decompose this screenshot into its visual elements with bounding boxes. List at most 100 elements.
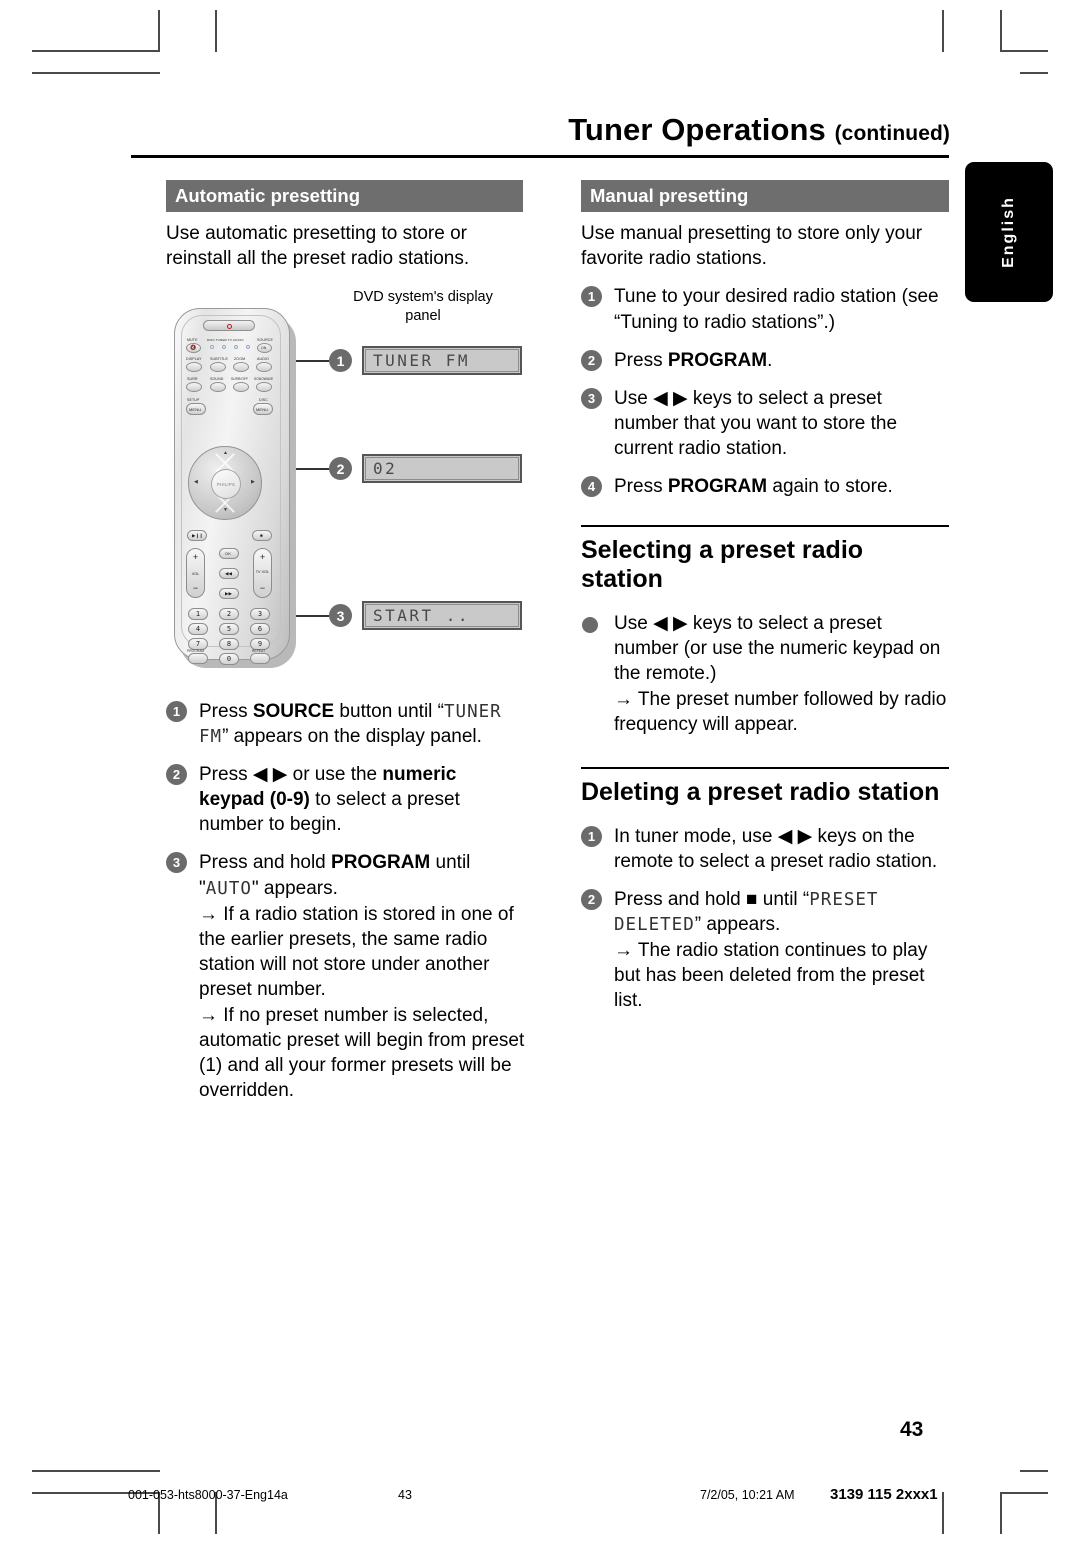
label-disc: DISC [259,398,268,402]
crop-mark-bl-h2 [32,1470,160,1472]
philips-logo: PHILIPS [216,481,236,487]
step-number: 1 [581,286,602,308]
key-6: 6 [250,623,270,635]
step-item: 2 Press ◀ ▶ or use the numeric keypad (0… [166,762,526,837]
crop-mark-tl-v [158,10,160,52]
footer-page: 43 [398,1488,412,1502]
footer-timestamp: 7/2/05, 10:21 AM [700,1488,795,1502]
section-header-automatic-presetting: Automatic presetting [166,180,523,213]
led-aux [246,345,250,349]
label-setup-menu: MENU [189,406,202,412]
tv-volume-down-icon: − [259,583,266,593]
step-number: 2 [581,889,602,911]
power-icon [227,323,232,329]
step-number: 2 [581,349,602,371]
lcd-display-1: TUNER FM [362,346,522,375]
subtitle-button [210,362,226,372]
print-footer: 001-053-hts8000-37-Eng14a 43 7/2/05, 10:… [0,1486,1080,1508]
step-number: 1 [166,701,187,722]
label-zoom: ZOOM [234,357,246,361]
zoom-button [233,362,249,372]
remote-illustration: DVD system's display panel 1 2 3 TUNER F… [166,280,526,680]
subsection-rule [581,767,949,770]
volume-up-icon: + [192,552,199,562]
nav-up-icon: ▲ [223,450,228,456]
step-text: Press and hold PROGRAM until "AUTO" appe… [199,852,525,1102]
surround-off-button [233,382,249,392]
key-0: 0 [219,653,239,665]
language-tab-label: English [1000,196,1017,268]
left-column: Automatic presetting Use automatic prese… [166,180,523,271]
label-display: DISPLAY [186,357,202,361]
label-audio: AUDIO [257,357,269,361]
nav-left-icon: ◀ [194,479,198,485]
label-source-indicators: DISC TUNER TV AUX/DI [207,338,244,342]
dvd-display-caption: DVD system's display panel [353,289,493,324]
step-text: Press ◀ ▶ or use the numeric keypad (0-9… [199,764,460,836]
step-number: 4 [581,475,602,497]
crop-mark-tr-v [1000,10,1002,52]
language-tab: English [965,162,1053,302]
right-column: Manual presetting Use manual presetting … [581,180,949,1013]
lcd-display-2-text: 02 [365,457,519,480]
step-text: Press and hold ■ until “PRESET DELETED” … [614,889,928,1012]
sonowave-button [256,382,272,392]
step-item: 1 In tuner mode, use ◀ ▶ keys on the rem… [581,824,949,874]
key-5: 5 [219,623,239,635]
audio-button [256,362,272,372]
section-header-manual-presetting: Manual presetting [581,180,949,213]
rewind-icon: ◀◀ [225,570,232,576]
label-setup: SETUP [187,398,200,402]
bullet-marker [582,616,598,633]
key-4: 4 [188,623,208,635]
step-number: 3 [581,387,602,409]
display-button [186,362,202,372]
list-item-text: Use ◀ ▶ keys to select a preset number (… [614,612,947,736]
manual-presetting-intro: Use manual presetting to store only your… [581,223,923,270]
label-sound: SOUND [210,377,224,381]
repeat-button [250,653,270,664]
step-item: 2 Press and hold ■ until “PRESET DELETED… [581,887,949,1013]
label-vol: VOL [191,572,200,576]
led-disc [210,345,214,349]
label-surr: SURR [187,377,198,381]
volume-down-icon: − [192,583,199,593]
page-number: 43 [900,1418,924,1441]
subsection-heading-selecting: Selecting a preset radio station [581,535,864,594]
key-2: 2 [219,608,239,620]
step-number: 3 [166,852,187,874]
callout-badge-3: 3 [329,604,352,627]
lcd-display-3-text: START .. [365,604,519,627]
step-item: 3 Use ◀ ▶ keys to select a preset number… [581,386,949,461]
lcd-display-1-text: TUNER FM [365,349,519,372]
surr-button [186,382,202,392]
remote-control: MUTE 🔇 DISC TUNER TV AUX/DI SOURCE ON DI… [174,308,302,674]
page-title-suffix: (continued) [834,122,950,145]
crop-mark-br-h2 [1020,1470,1048,1472]
page-title: Tuner Operations (continued) [130,112,950,148]
label-mute: MUTE [187,338,198,342]
label-source: SOURCE [257,338,273,342]
crop-mark-tr-h [1000,50,1048,52]
label-source-on: ON [261,345,267,350]
step-item: 2 Press PROGRAM. [581,348,949,373]
navigation-ring: ▲ ▼ ◀ ▶ PHILIPS [188,446,262,520]
footer-filename: 001-053-hts8000-37-Eng14a [128,1488,288,1502]
title-rule [131,155,949,158]
led-tv [234,345,238,349]
led-tuner [222,345,226,349]
program-button [188,653,208,664]
subsection-heading-deleting: Deleting a preset radio station [581,778,940,807]
tv-volume-rocker: + TV VOL − [253,548,272,598]
crop-mark-tr-v2 [942,10,944,52]
navigation-hub: PHILIPS [211,469,241,499]
mute-icon: 🔇 [190,345,197,351]
label-ok: OK [225,551,231,556]
automatic-presetting-steps: 1 Press SOURCE button until “TUNER FM” a… [166,686,526,1103]
step-item: 1 Tune to your desired radio station (se… [581,284,949,334]
label-tv-vol: TV VOL [255,570,270,574]
callout-badge-2: 2 [329,457,352,480]
step-number: 2 [166,764,187,786]
step-number: 1 [581,825,602,847]
label-subtitle: SUBTITLE [210,357,228,361]
